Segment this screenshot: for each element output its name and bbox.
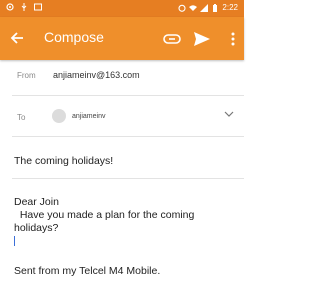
avatar <box>52 109 66 123</box>
from-label: From <box>17 71 36 80</box>
send-icon <box>194 32 210 46</box>
image-icon <box>34 3 42 11</box>
divider <box>12 95 244 96</box>
more-options-button[interactable] <box>226 28 240 50</box>
divider <box>12 136 244 137</box>
status-bar: 2:22 <box>0 0 244 17</box>
signal-icon <box>200 3 209 12</box>
from-field[interactable]: anjiameinv@163.com <box>53 70 140 80</box>
text-cursor <box>14 236 15 246</box>
usb-icon <box>21 3 27 11</box>
back-button[interactable] <box>6 27 28 49</box>
body-field[interactable]: Dear Join Have you made a plan for the c… <box>14 196 236 235</box>
recipient-chip[interactable]: anjiameinv <box>52 109 105 123</box>
to-label: To <box>17 113 26 122</box>
attach-icon <box>163 34 181 44</box>
more-vert-icon <box>231 32 235 46</box>
subject-field[interactable]: The coming holidays! <box>14 155 113 167</box>
divider <box>12 178 244 179</box>
wifi-icon <box>189 4 198 11</box>
notification-circle-icon <box>6 3 14 11</box>
app-bar: Compose <box>0 17 244 60</box>
attach-button[interactable] <box>161 30 183 48</box>
recipient-name: anjiameinv <box>72 112 106 120</box>
status-right: 2:22 <box>178 3 238 12</box>
alarm-icon <box>178 4 186 12</box>
clock: 2:22 <box>222 3 238 12</box>
chevron-down-icon[interactable] <box>224 110 234 118</box>
page-title: Compose <box>44 29 104 45</box>
back-arrow-icon <box>10 32 23 44</box>
signature-text: Sent from my Telcel M4 Mobile. <box>14 265 161 277</box>
send-button[interactable] <box>191 29 213 49</box>
battery-icon <box>213 3 218 12</box>
status-left <box>6 3 42 11</box>
